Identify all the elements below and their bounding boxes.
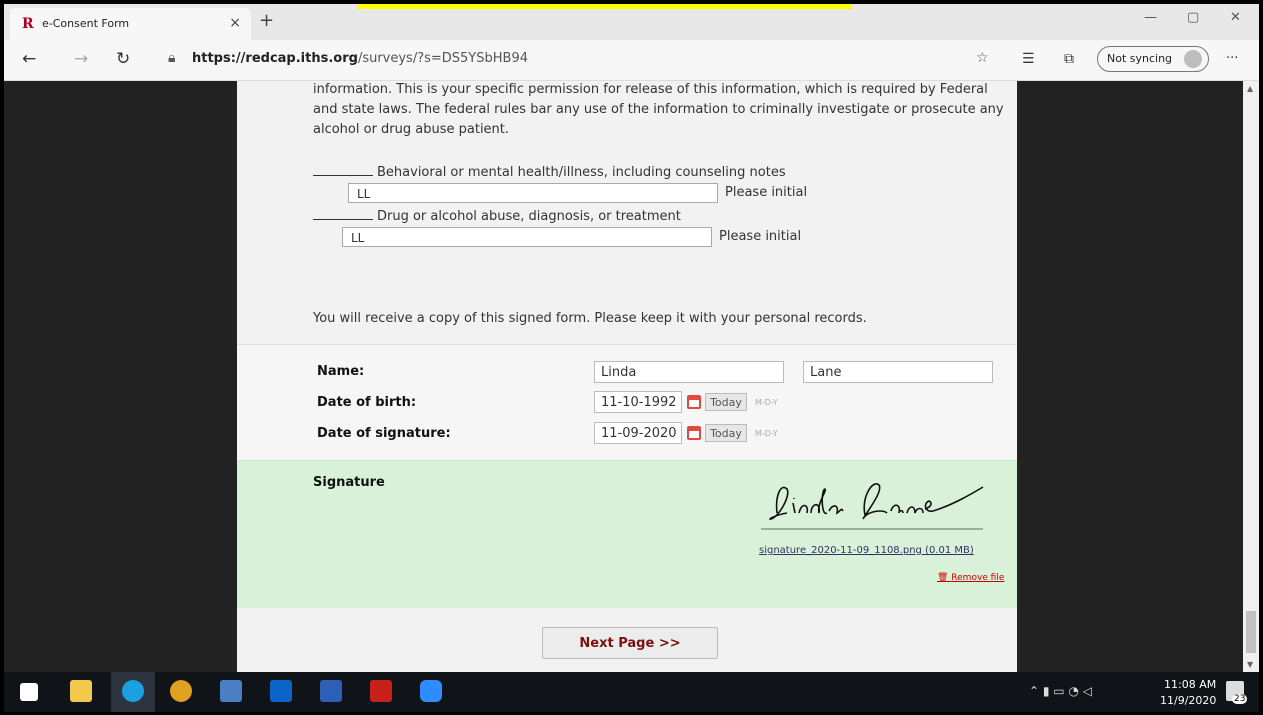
clock-time[interactable]: 11:08 AM [1164,678,1216,691]
scroll-up-icon[interactable]: ▲ [1247,84,1253,93]
more-menu-icon[interactable]: ··· [1226,51,1238,66]
system-tray-icons[interactable]: ⌃ ▮ ▭ ◔ ◁ [1029,684,1092,698]
collections-icon[interactable]: ⧉ [1064,51,1074,67]
back-icon[interactable]: ← [22,49,36,69]
favorite-star-icon[interactable]: ☆ [976,50,989,66]
dos-input[interactable]: 11-09-2020 [594,422,682,444]
signature-file-link[interactable]: signature_2020-11-09_1108.png (0.01 MB) [759,545,974,556]
url-text: https://redcap.iths.org/surveys/?s=DS5YS… [192,51,528,66]
signature-section: Signature signature_2020-11-09_1108.png … [237,460,1017,608]
calendar-icon[interactable] [687,426,701,440]
next-page-button[interactable]: Next Page >> [542,627,718,659]
consent-item-drug-alcohol: Drug or alcohol abuse, diagnosis, or tre… [313,209,681,224]
lock-icon: 🔒︎ [168,50,176,66]
clock-date[interactable]: 11/9/2020 [1160,694,1216,707]
date-format-hint: M-D-Y [755,429,778,438]
tab-bar: R e-Consent Form × + — ▢ ✕ [4,4,1259,40]
address-bar-row: ← → ↻ 🔒︎ https://redcap.iths.org/surveys… [4,40,1259,81]
zoom-icon[interactable] [420,680,442,702]
sync-button[interactable]: Not syncing [1097,46,1209,72]
scroll-down-icon[interactable]: ▼ [1247,660,1253,669]
scroll-thumb[interactable] [1246,611,1256,653]
dob-label: Date of birth: [317,395,417,410]
dos-label: Date of signature: [317,426,451,441]
signature-label: Signature [313,475,385,490]
highlight-strip [358,4,852,9]
last-name-input[interactable]: Lane [803,361,993,383]
close-window-button[interactable]: ✕ [1230,10,1241,25]
edge-icon[interactable] [122,680,144,702]
browser-window: R e-Consent Form × + — ▢ ✕ ← → ↻ 🔒︎ http… [4,4,1259,712]
favorites-icon[interactable]: ☰ [1022,51,1035,67]
date-format-hint: M-D-Y [755,398,778,407]
page-scrollbar[interactable]: ▲ ▼ [1243,81,1259,672]
word-icon[interactable] [320,680,342,702]
forward-icon[interactable]: → [74,49,88,69]
chrome-icon[interactable] [170,680,192,702]
trash-icon: 🗑︎ [937,573,952,583]
personal-info-section: Name: Linda Lane Date of birth: 11-10-19… [237,344,1017,461]
remove-file-link[interactable]: 🗑︎ Remove file [937,573,1004,583]
windows-taskbar: ⌃ ▮ ▭ ◔ ◁ 11:08 AM 11/9/2020 23 [4,672,1259,712]
today-button[interactable]: Today [705,393,747,411]
survey-page: information. This is your specific permi… [237,81,1017,672]
snip-icon[interactable] [220,680,242,702]
first-name-input[interactable]: Linda [594,361,784,383]
start-icon[interactable] [20,683,38,701]
initial-input-drug-alcohol[interactable]: LL [342,227,712,247]
calendar-icon[interactable] [687,395,701,409]
dob-input[interactable]: 11-10-1992 [594,391,682,413]
refresh-icon[interactable]: ↻ [116,49,130,69]
notification-count: 23 [1232,694,1248,704]
outlook-icon[interactable] [270,680,292,702]
tab-title: e-Consent Form [42,17,130,30]
consent-paragraph: information. This is your specific permi… [313,82,1004,137]
maximize-button[interactable]: ▢ [1187,10,1199,25]
viewport: information. This is your specific permi… [4,81,1259,672]
initial-hint: Please initial [719,229,802,244]
consent-item-mental-health: Behavioral or mental health/illness, inc… [313,165,786,180]
acrobat-icon[interactable] [370,680,392,702]
redcap-icon: R [22,16,34,32]
new-tab-button[interactable]: + [259,10,274,31]
initial-hint: Please initial [725,185,808,200]
initial-input-mental-health[interactable]: LL [348,183,718,203]
profile-avatar-icon [1184,50,1202,68]
copy-note: You will receive a copy of this signed f… [313,311,867,326]
sync-label: Not syncing [1107,52,1173,65]
url-field[interactable]: 🔒︎ https://redcap.iths.org/surveys/?s=DS… [154,48,1004,72]
tab-e-consent[interactable]: R e-Consent Form × [10,8,251,40]
file-explorer-icon[interactable] [70,680,92,702]
signature-image [761,483,984,530]
tab-close-icon[interactable]: × [229,15,241,31]
today-button[interactable]: Today [705,424,747,442]
name-label: Name: [317,364,365,379]
minimize-button[interactable]: — [1144,10,1157,25]
